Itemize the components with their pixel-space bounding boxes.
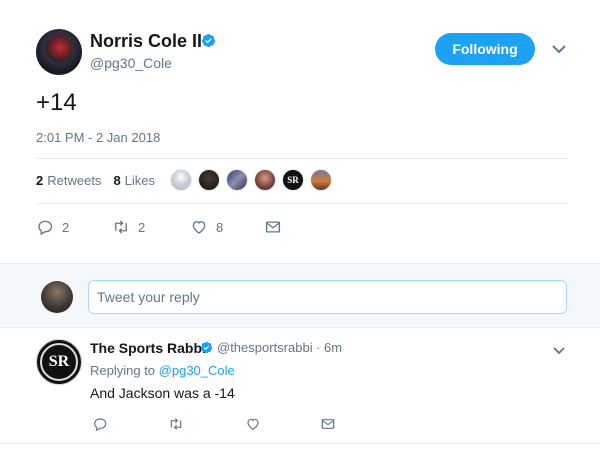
reply-author-handle[interactable]: @thesportsrabbi [217, 340, 313, 355]
reply-tweet[interactable]: SR The Sports Rabbi @thesportsrabbi · 6m… [0, 328, 600, 444]
like-action[interactable]: 8 [190, 218, 223, 236]
replying-to: Replying to @pg30_Cole [90, 363, 235, 378]
tweet-timestamp[interactable]: 2:01 PM - 2 Jan 2018 [36, 130, 160, 145]
following-button[interactable]: Following [435, 33, 535, 65]
liker-avatar[interactable]: SR [282, 169, 304, 191]
reply-icon [38, 220, 53, 236]
retweets-stat[interactable]: 2 Retweets [36, 173, 101, 188]
retweet-action[interactable]: 2 [112, 218, 145, 236]
divider [36, 158, 568, 159]
liker-avatar[interactable] [254, 169, 276, 191]
like-count: 8 [216, 219, 224, 235]
tweet-actions: 2 2 8 [36, 218, 296, 236]
reply-count: 2 [62, 219, 70, 235]
retweet-count: 2 [138, 219, 146, 235]
liker-avatar[interactable] [226, 169, 248, 191]
author-handle[interactable]: @pg30_Cole [90, 55, 172, 71]
reply-composer [0, 263, 600, 328]
likers-avatars: SR [170, 169, 332, 191]
chevron-down-icon[interactable] [553, 346, 565, 355]
likes-stat[interactable]: 8 Likes [113, 173, 155, 188]
reply-text: And Jackson was a -14 [90, 385, 235, 401]
tweet-text: +14 [36, 89, 77, 116]
like-action[interactable] [245, 416, 261, 432]
reply-action[interactable] [92, 416, 108, 432]
dm-action[interactable] [264, 218, 282, 236]
liker-avatar[interactable] [170, 169, 192, 191]
envelope-icon [265, 221, 281, 233]
author-avatar[interactable] [36, 29, 82, 75]
current-user-avatar [41, 281, 73, 313]
separator-dot: · [316, 340, 321, 355]
avatar-initials: SR [40, 343, 78, 381]
retweet-icon [115, 220, 127, 234]
reply-input[interactable] [88, 280, 567, 314]
retweet-icon [170, 418, 182, 430]
retweet-action[interactable] [168, 416, 184, 432]
replying-to-link[interactable]: @pg30_Cole [159, 363, 235, 378]
reply-author-avatar[interactable]: SR [36, 339, 82, 385]
reply-author-name[interactable]: The Sports Rabbi [90, 340, 206, 356]
chevron-down-icon[interactable] [552, 44, 566, 54]
liker-avatar[interactable] [198, 169, 220, 191]
author-name[interactable]: Norris Cole II [90, 31, 202, 52]
verified-badge-icon [201, 33, 216, 48]
main-tweet: Norris Cole II @pg30_Cole Following +14 … [0, 0, 600, 263]
replying-prefix: Replying to [90, 363, 156, 378]
divider [36, 203, 568, 204]
liker-avatar[interactable] [310, 169, 332, 191]
reply-icon [94, 418, 107, 432]
reply-timestamp[interactable]: 6m [324, 340, 342, 355]
reply-actions [90, 416, 350, 432]
dm-action[interactable] [320, 416, 336, 432]
heart-icon [247, 418, 259, 431]
heart-icon [192, 221, 206, 234]
envelope-icon [321, 419, 335, 429]
reply-action[interactable]: 2 [36, 218, 69, 236]
tweet-stats: 2 Retweets 8 Likes [36, 173, 155, 188]
verified-badge-icon [200, 341, 213, 354]
